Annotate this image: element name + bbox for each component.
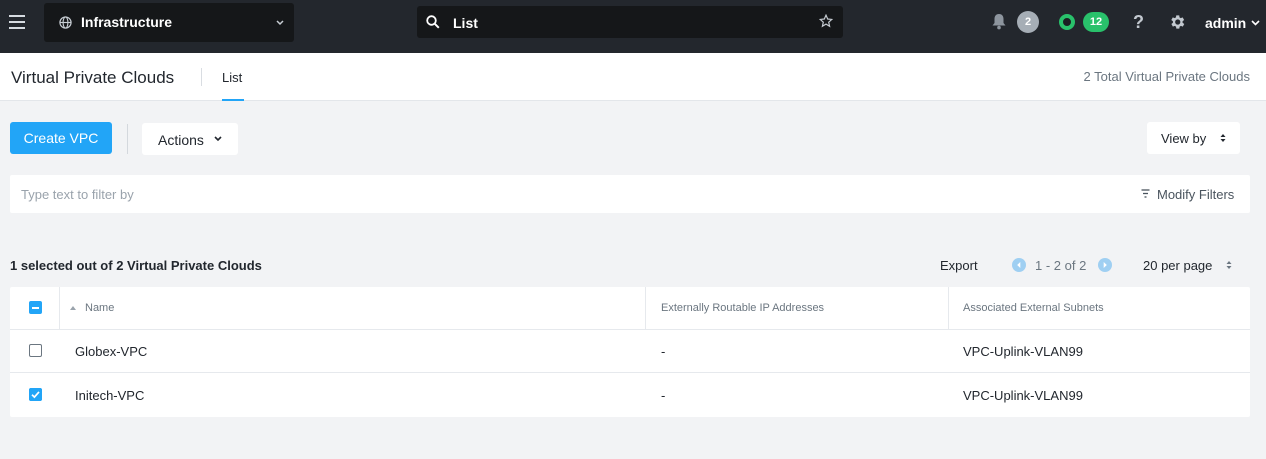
filter-input[interactable]: Type text to filter by [21,187,134,202]
vpc-name[interactable]: Globex-VPC [75,344,147,359]
ip-addresses: - [661,344,666,359]
health-status-icon[interactable] [1059,14,1075,30]
sort-ascending-icon[interactable] [70,306,76,310]
selection-summary: 1 selected out of 2 Virtual Private Clou… [10,258,262,273]
health-count-badge[interactable]: 12 [1083,12,1109,32]
active-tab-indicator [222,99,244,101]
column-divider [948,287,949,330]
sort-updown-icon [1220,134,1226,142]
actions-dropdown[interactable]: Actions [142,123,238,155]
app-selector-label: Infrastructure [81,14,173,30]
tab-list[interactable]: List [222,70,242,85]
hamburger-icon[interactable] [9,14,25,30]
chevron-down-icon [214,136,222,142]
bell-icon[interactable] [991,13,1007,30]
filter-icon [1141,189,1150,198]
alerts-count-badge[interactable]: 2 [1017,11,1039,33]
column-header-name[interactable]: Name [85,302,114,314]
table-row[interactable]: Globex-VPC - VPC-Uplink-VLAN99 [10,330,1250,373]
user-menu[interactable]: admin [1205,15,1246,31]
vpc-table: Name Externally Routable IP Addresses As… [10,287,1250,417]
previous-page-icon[interactable] [1012,258,1026,272]
app-selector[interactable]: Infrastructure [44,3,294,42]
gear-icon[interactable] [1168,13,1186,31]
chevron-down-icon [276,20,284,26]
filter-bar: Type text to filter by Modify Filters [10,175,1250,213]
sort-updown-icon[interactable] [1226,260,1232,270]
pagination-range: 1 - 2 of 2 [1035,258,1087,273]
chevron-down-icon[interactable] [1251,20,1260,26]
search-input[interactable]: List [453,15,478,31]
create-vpc-button[interactable]: Create VPC [10,122,112,154]
view-by-dropdown[interactable]: View by [1147,122,1240,154]
page-title: Virtual Private Clouds [11,68,175,87]
export-link[interactable]: Export [940,258,978,273]
total-count-text: 2 Total Virtual Private Clouds [1083,69,1250,84]
external-subnet: VPC-Uplink-VLAN99 [963,388,1083,403]
globe-icon [59,16,72,29]
next-page-icon[interactable] [1098,258,1112,272]
modify-filters-link[interactable]: Modify Filters [1157,187,1234,202]
row-checkbox-checked[interactable] [29,388,42,401]
table-row[interactable]: Initech-VPC - VPC-Uplink-VLAN99 [10,374,1250,417]
ip-addresses: - [661,388,666,403]
column-header-ip[interactable]: Externally Routable IP Addresses [661,302,824,314]
page-header: Virtual Private Clouds List 2 Total Virt… [0,53,1266,101]
toolbar-divider [127,124,128,154]
row-checkbox[interactable] [29,344,42,357]
vpc-name[interactable]: Initech-VPC [75,388,144,403]
select-all-checkbox[interactable] [29,301,42,314]
search-icon [426,15,440,29]
column-header-subnets[interactable]: Associated External Subnets [963,302,1104,314]
top-navigation-bar: Infrastructure List 2 12 ? admin [0,0,1266,53]
table-header-row: Name Externally Routable IP Addresses As… [10,287,1250,330]
star-icon[interactable] [819,14,833,28]
actions-label: Actions [158,132,204,148]
external-subnet: VPC-Uplink-VLAN99 [963,344,1083,359]
view-by-label: View by [1161,131,1207,146]
column-divider [645,287,646,330]
column-divider [59,287,60,330]
help-icon[interactable]: ? [1133,12,1144,33]
per-page-select[interactable]: 20 per page [1143,258,1212,273]
global-search[interactable]: List [417,6,843,38]
header-divider [201,68,202,86]
